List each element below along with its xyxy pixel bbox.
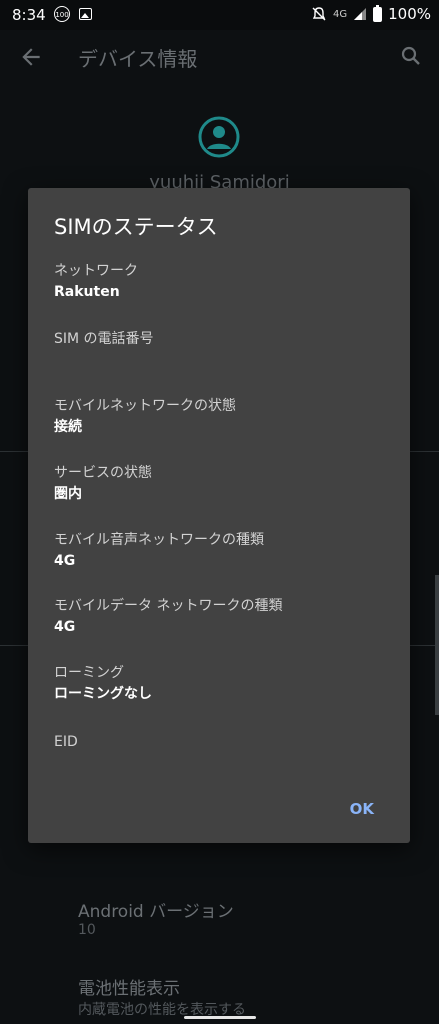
battery-icon (373, 4, 383, 22)
page-title: デバイス情報 (78, 47, 198, 71)
scrollbar[interactable] (435, 575, 439, 715)
status-right: 4G 100% (311, 4, 431, 23)
dialog-title: SIMのステータス (54, 215, 218, 239)
back-arrow-icon[interactable] (18, 44, 44, 70)
field-value: 4G (54, 619, 76, 635)
field-value: Rakuten (54, 284, 120, 300)
field-label: サービスの状態 (54, 465, 152, 481)
android-version-title[interactable]: Android バージョン (78, 897, 234, 922)
signal-icon (354, 8, 367, 20)
status-time: 8:34 (12, 6, 46, 24)
field-sim-phone-number: SIM の電話番号 (54, 329, 154, 349)
field-data-network-type: モバイルデータ ネットワークの種類 4G (54, 596, 282, 638)
battery-performance-title[interactable]: 電池性能表示 (78, 974, 180, 999)
field-value: 接続 (54, 419, 82, 435)
mute-bell-icon (312, 7, 326, 21)
image-notification-icon (79, 8, 92, 20)
avatar-icon (198, 116, 240, 158)
battery-percent: 100% (388, 5, 431, 23)
field-label: SIM の電話番号 (54, 331, 154, 347)
field-label: モバイル音声ネットワークの種類 (54, 532, 264, 548)
network-type-label: 4G (332, 8, 348, 20)
field-value: ローミングなし (54, 686, 152, 702)
field-mobile-network-state: モバイルネットワークの状態 接続 (54, 396, 236, 438)
field-label: ローミング (54, 665, 124, 681)
search-icon[interactable] (399, 44, 423, 68)
field-label: モバイルデータ ネットワークの種類 (54, 598, 283, 614)
field-label: EID (54, 734, 78, 750)
field-network: ネットワーク Rakuten (54, 261, 138, 303)
android-version-value: 10 (78, 922, 96, 938)
field-service-state: サービスの状態 圏内 (54, 463, 152, 505)
navigation-handle[interactable] (184, 1016, 256, 1019)
field-label: ネットワーク (54, 263, 138, 279)
notification-badge-icon: 100 (54, 6, 70, 22)
field-voice-network-type: モバイル音声ネットワークの種類 4G (54, 530, 264, 572)
field-eid: EID (54, 732, 78, 752)
status-bar: 8:34 100 4G 100% (0, 0, 439, 30)
sim-status-dialog: SIMのステータス ネットワーク Rakuten SIM の電話番号 モバイルネ… (28, 188, 410, 843)
app-bar: デバイス情報 (0, 30, 439, 86)
field-label: モバイルネットワークの状態 (54, 398, 236, 414)
ok-button[interactable]: OK (350, 800, 374, 818)
field-value: 4G (54, 553, 76, 569)
field-roaming: ローミング ローミングなし (54, 663, 152, 705)
field-value: 圏内 (54, 486, 82, 502)
